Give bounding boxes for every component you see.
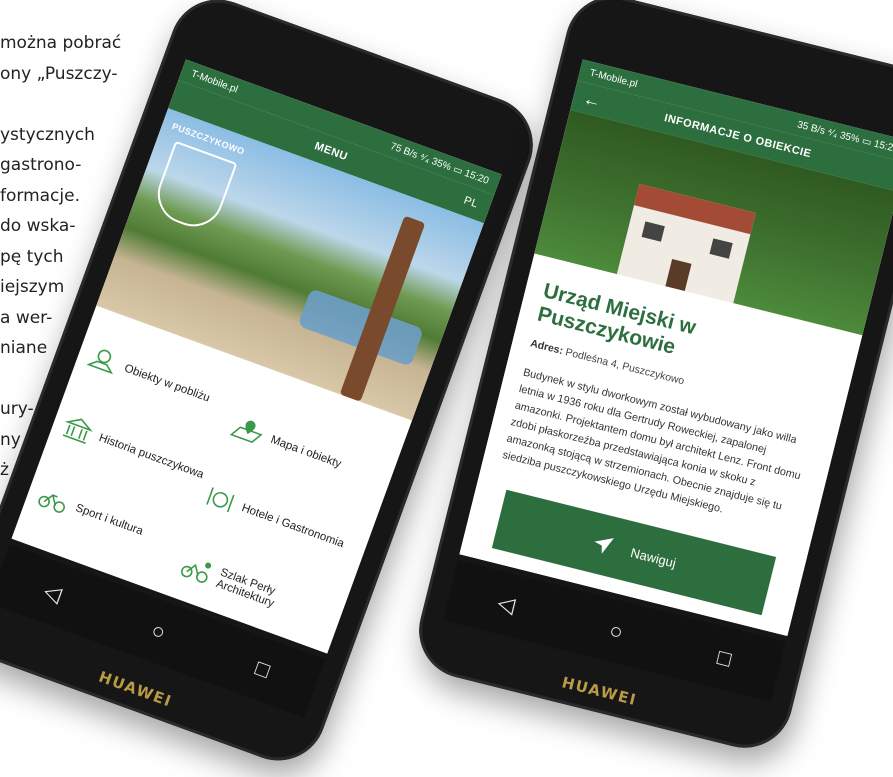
city-crest-icon [149, 140, 238, 235]
back-arrow-icon[interactable]: ← [581, 88, 604, 113]
map-pin-icon [229, 420, 263, 444]
recents-icon[interactable]: □ [715, 644, 734, 672]
language-switch[interactable]: PL [462, 194, 480, 210]
menu-item-label: Obiekty w pobliżu [122, 362, 212, 405]
bicycle-route-icon [180, 562, 212, 583]
back-icon[interactable]: ◁ [40, 578, 65, 608]
text-line: ony „Puszczy- [0, 63, 118, 84]
navigate-button-label: Nawiguj [629, 544, 678, 571]
app-bar-title: MENU [312, 140, 350, 164]
home-icon[interactable]: ○ [607, 617, 626, 645]
menu-item-label: Historia puszczykowa [97, 431, 206, 482]
address-label: Adres: [529, 337, 565, 358]
text-line: można pobrać [0, 33, 122, 53]
back-icon[interactable]: ◁ [495, 589, 517, 618]
navigation-arrow-icon [594, 538, 614, 554]
menu-item-label: Sport i kultura [73, 502, 145, 538]
location-objects-icon [86, 349, 113, 375]
history-building-icon [62, 418, 93, 445]
text-line [0, 89, 160, 120]
bicycle-icon [38, 493, 65, 513]
recents-icon[interactable]: □ [252, 655, 273, 684]
home-icon[interactable]: ○ [148, 617, 169, 646]
